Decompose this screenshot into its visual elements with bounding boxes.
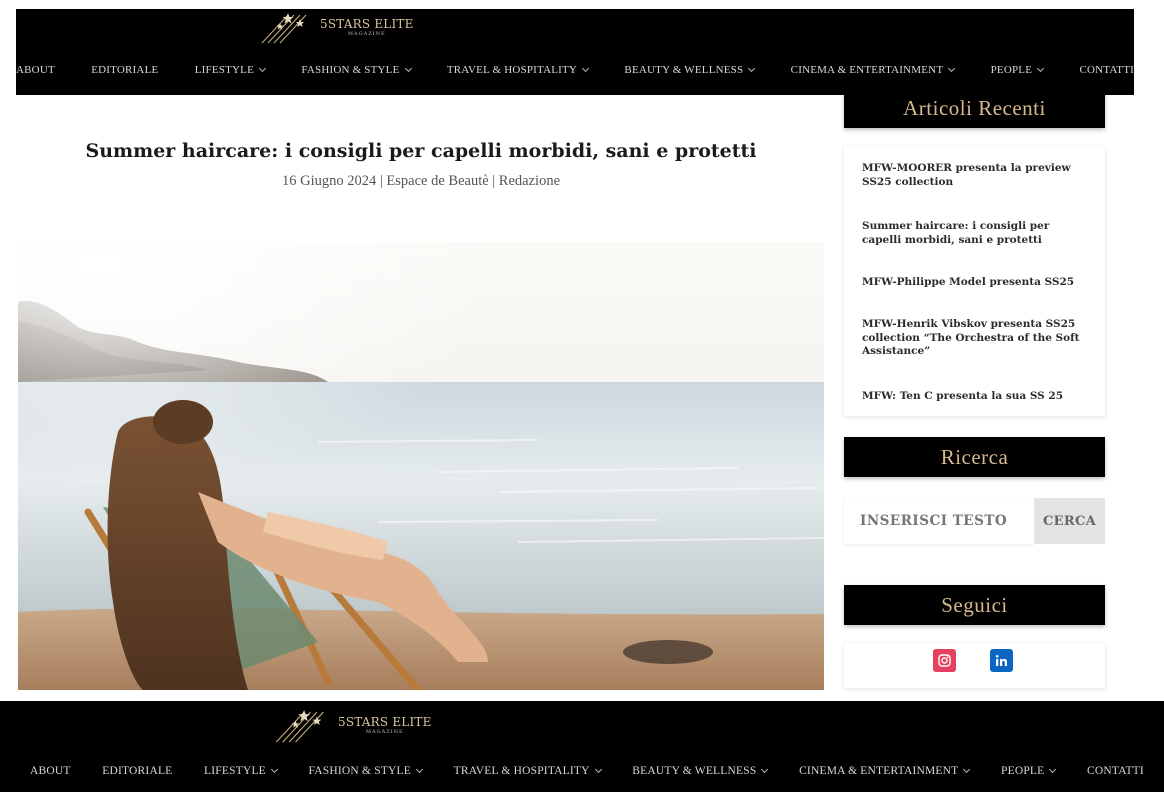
chevron-down-icon: [963, 765, 971, 774]
search-button[interactable]: CERCA: [1034, 498, 1105, 544]
nav-editoriale[interactable]: EDITORIALE: [102, 765, 172, 777]
linkedin-icon[interactable]: [990, 649, 1013, 672]
nav-label: BEAUTY & WELLNESS: [624, 64, 744, 76]
chevron-down-icon: [748, 64, 756, 73]
site-header-sticky: 5STARS ELITE MAGAZINE ABOUT EDITORIALE L…: [0, 701, 1164, 792]
article-hero-image: [18, 242, 824, 690]
nav-label: CINEMA & ENTERTAINMENT: [790, 64, 944, 76]
nav-label: CONTATTI: [1087, 765, 1144, 777]
nav-about[interactable]: ABOUT: [30, 765, 71, 777]
recent-article-link[interactable]: MFW-Philippe Model presenta SS25: [862, 276, 1092, 290]
recent-article-link[interactable]: MFW-MOORER presenta la preview SS25 coll…: [862, 162, 1092, 189]
nav-contatti[interactable]: CONTATTI: [1087, 765, 1144, 777]
nav-people[interactable]: PEOPLE: [990, 64, 1045, 76]
chevron-down-icon: [270, 765, 278, 774]
nav-cinema-entertainment[interactable]: CINEMA & ENTERTAINMENT: [799, 765, 971, 777]
nav-label: CINEMA & ENTERTAINMENT: [799, 765, 959, 777]
nav-lifestyle[interactable]: LIFESTYLE: [194, 64, 267, 76]
nav-label: EDITORIALE: [91, 64, 159, 76]
recent-article-link[interactable]: Summer haircare: i consigli per capelli …: [862, 220, 1092, 247]
instagram-glyph: [938, 654, 951, 667]
chevron-down-icon: [258, 64, 267, 73]
nav-travel-hospitality[interactable]: TRAVEL & HOSPITALITY: [453, 765, 602, 777]
chevron-down-icon: [1037, 64, 1045, 73]
nav-editoriale[interactable]: EDITORIALE: [91, 64, 158, 76]
social-links-box: [844, 643, 1105, 688]
article-title: Summer haircare: i consigli per capelli …: [85, 140, 757, 162]
brand-sub: MAGAZINE: [347, 30, 386, 37]
nav-label: PEOPLE: [990, 64, 1033, 76]
recent-articles-heading: Articoli Recenti: [844, 89, 1105, 128]
nav-label: PEOPLE: [1001, 765, 1045, 777]
search-input[interactable]: [844, 498, 1034, 544]
nav-about[interactable]: ABOUT: [16, 64, 55, 76]
nav-beauty-wellness[interactable]: BEAUTY & WELLNESS: [624, 64, 756, 76]
nav-label: TRAVEL & HOSPITALITY: [453, 765, 590, 777]
nav-label: ABOUT: [16, 64, 55, 76]
site-header: 5STARS ELITE MAGAZINE ABOUT EDITORIALE L…: [16, 9, 1134, 95]
beach-photo: [18, 242, 824, 690]
recent-article-link[interactable]: MFW: Ten C presenta la sua SS 25: [862, 390, 1092, 404]
site-logo[interactable]: 5STARS ELITE MAGAZINE: [258, 9, 414, 45]
chevron-down-icon: [404, 64, 412, 73]
brand-name: 5STARS ELITE: [320, 16, 414, 31]
nav-lifestyle[interactable]: LIFESTYLE: [204, 765, 278, 777]
chevron-down-icon: [761, 765, 769, 774]
main-nav: ABOUT EDITORIALE LIFESTYLE FASHION & STY…: [30, 765, 1144, 777]
nav-contatti[interactable]: CONTATTI: [1079, 64, 1134, 76]
chevron-down-icon: [415, 765, 424, 774]
site-logo[interactable]: 5STARS ELITE MAGAZINE: [272, 705, 432, 745]
nav-fashion-style[interactable]: FASHION & STYLE: [308, 765, 424, 777]
brand-sub: MAGAZINE: [365, 728, 404, 735]
nav-label: ABOUT: [30, 765, 71, 777]
recent-articles-list: MFW-MOORER presenta la preview SS25 coll…: [844, 146, 1105, 416]
chevron-down-icon: [948, 64, 956, 73]
chevron-down-icon: [582, 64, 590, 73]
nav-beauty-wellness[interactable]: BEAUTY & WELLNESS: [632, 765, 769, 777]
linkedin-glyph: [995, 655, 1007, 666]
article: Summer haircare: i consigli per capelli …: [18, 95, 824, 690]
nav-label: LIFESTYLE: [194, 64, 255, 76]
brand-name: 5STARS ELITE: [338, 714, 432, 729]
nav-cinema-entertainment[interactable]: CINEMA & ENTERTAINMENT: [790, 64, 956, 76]
nav-label: TRAVEL & HOSPITALITY: [446, 64, 578, 76]
chevron-down-icon: [594, 765, 602, 774]
nav-label: BEAUTY & WELLNESS: [632, 765, 757, 777]
follow-heading: Seguici: [844, 585, 1105, 625]
recent-article-link[interactable]: MFW-Henrik Vibskov presenta SS25 collect…: [862, 318, 1092, 359]
search-heading: Ricerca: [844, 437, 1105, 477]
nav-label: EDITORIALE: [102, 765, 173, 777]
nav-fashion-style[interactable]: FASHION & STYLE: [301, 64, 412, 76]
main-nav: ABOUT EDITORIALE LIFESTYLE FASHION & STY…: [16, 64, 1134, 76]
nav-label: LIFESTYLE: [204, 765, 266, 777]
chevron-down-icon: [1049, 765, 1057, 774]
nav-travel-hospitality[interactable]: TRAVEL & HOSPITALITY: [446, 64, 590, 76]
nav-label: FASHION & STYLE: [301, 64, 400, 76]
article-meta: 16 Giugno 2024 | Espace de Beautè | Reda…: [282, 173, 560, 189]
nav-label: CONTATTI: [1079, 64, 1134, 76]
stars-logo-icon: [275, 710, 324, 743]
stars-logo-icon: [261, 13, 307, 44]
nav-label: FASHION & STYLE: [308, 765, 412, 777]
nav-people[interactable]: PEOPLE: [1001, 765, 1057, 777]
instagram-icon[interactable]: [933, 649, 956, 672]
